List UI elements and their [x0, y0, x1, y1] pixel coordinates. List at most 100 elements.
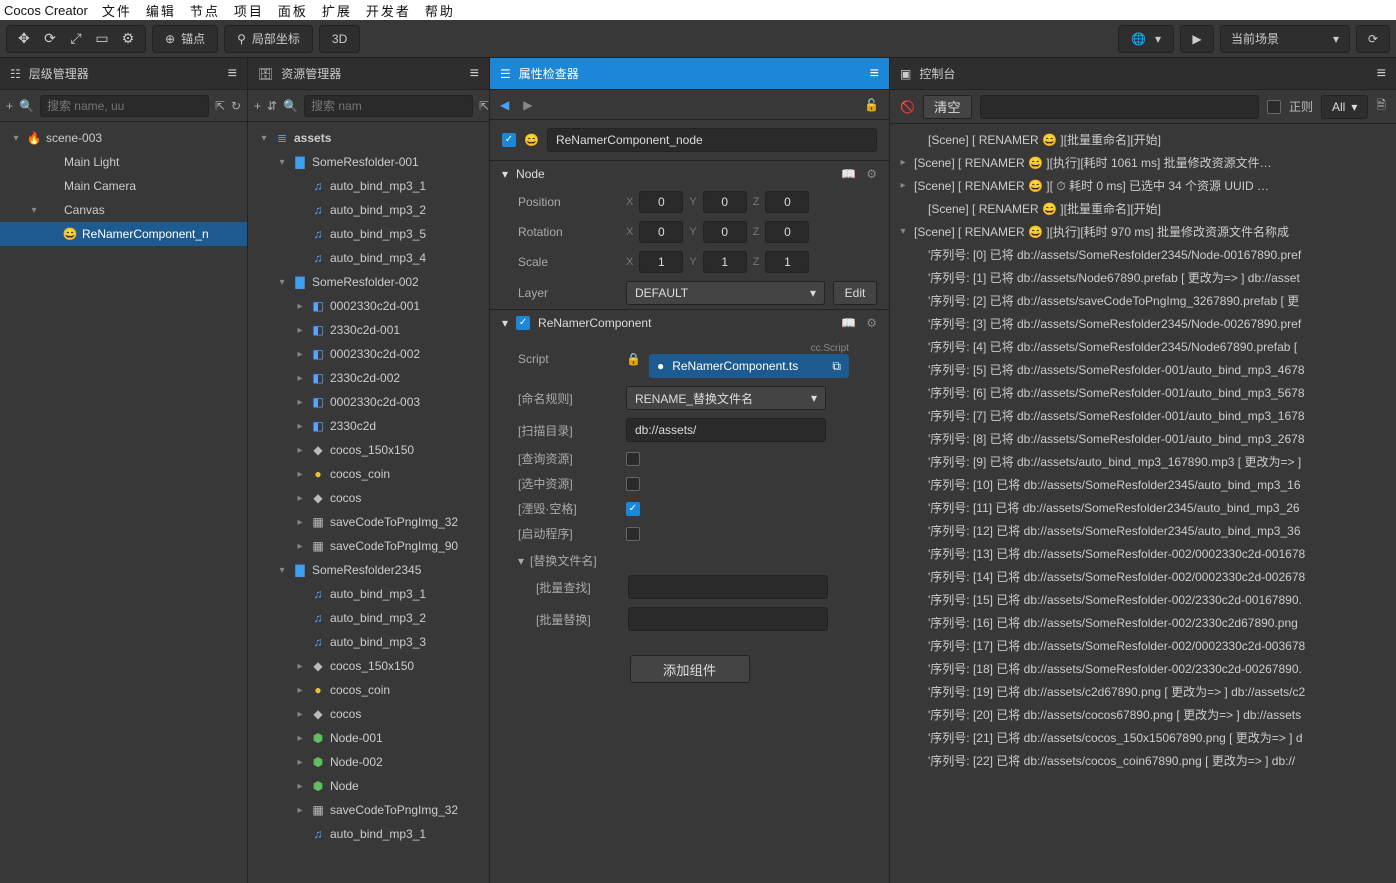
expand-arrow-icon[interactable]: ▸ [294, 325, 306, 336]
tree-row[interactable]: ♫auto_bind_mp3_1 [248, 582, 489, 606]
panel-menu-icon[interactable] [228, 65, 237, 83]
log-row[interactable]: '序列号: [13] 已将 db://assets/SomeResfolder-… [890, 542, 1396, 565]
log-row[interactable]: '序列号: [5] 已将 db://assets/SomeResfolder-0… [890, 358, 1396, 381]
expand-arrow-icon[interactable]: ▾ [276, 565, 288, 576]
pos-z-input[interactable] [765, 191, 809, 213]
hierarchy-search-input[interactable] [40, 95, 209, 117]
log-row[interactable]: '序列号: [1] 已将 db://assets/Node67890.prefa… [890, 266, 1396, 289]
collapse-icon[interactable]: ⇱ [479, 95, 489, 117]
log-row[interactable]: '序列号: [7] 已将 db://assets/SomeResfolder-0… [890, 404, 1396, 427]
nav-back-icon[interactable]: ◀ [500, 98, 509, 112]
rerun-icon[interactable]: ↻ [231, 95, 241, 117]
rot-x-input[interactable] [639, 221, 683, 243]
log-row[interactable]: '序列号: [2] 已将 db://assets/saveCodeToPngIm… [890, 289, 1396, 312]
tree-row[interactable]: ▸◆cocos [248, 486, 489, 510]
collapse-icon[interactable]: ⇱ [215, 95, 225, 117]
tree-row[interactable]: ♫auto_bind_mp3_4 [248, 246, 489, 270]
tree-row[interactable]: Main Light [0, 150, 247, 174]
node-name-input[interactable] [547, 128, 877, 152]
log-row[interactable]: '序列号: [15] 已将 db://assets/SomeResfolder-… [890, 588, 1396, 611]
nav-fwd-icon[interactable]: ▶ [523, 98, 532, 112]
expand-arrow-icon[interactable]: ▸ [294, 349, 306, 360]
log-row[interactable]: '序列号: [22] 已将 db://assets/cocos_coin6789… [890, 749, 1396, 772]
trim-space-checkbox[interactable] [626, 502, 640, 516]
menu-panel[interactable]: 面板 [278, 1, 308, 20]
cancel-icon[interactable]: 🚫 [900, 100, 915, 114]
component-active-checkbox[interactable] [516, 316, 530, 330]
rot-z-input[interactable] [765, 221, 809, 243]
hierarchy-tab[interactable]: ☷层级管理器 [0, 58, 247, 90]
panel-menu-icon[interactable] [1377, 65, 1386, 83]
log-row[interactable]: '序列号: [3] 已将 db://assets/SomeResfolder23… [890, 312, 1396, 335]
move-tool-icon[interactable]: ✥ [13, 28, 35, 50]
log-row[interactable]: '序列号: [8] 已将 db://assets/SomeResfolder-0… [890, 427, 1396, 450]
tree-row[interactable]: ♫auto_bind_mp3_2 [248, 198, 489, 222]
gear-icon[interactable]: ⚙ [866, 316, 877, 330]
expand-arrow-icon[interactable]: ▸ [294, 469, 306, 480]
sort-icon[interactable]: ⇵ [267, 95, 277, 117]
scan-dir-input[interactable] [626, 418, 826, 442]
log-row[interactable]: ▾[Scene] [ RENAMER 😄 ][执行][耗时 970 ms] 批量… [890, 220, 1396, 243]
reload-icon[interactable]: ⟳ [39, 28, 61, 50]
tree-row[interactable]: ▸⬢Node [248, 774, 489, 798]
menu-help[interactable]: 帮助 [425, 1, 455, 20]
expand-arrow-icon[interactable]: ▾ [258, 133, 270, 144]
menu-edit[interactable]: 编辑 [146, 1, 176, 20]
tree-row[interactable]: ▸▦saveCodeToPngImg_90 [248, 534, 489, 558]
expand-arrow-icon[interactable]: ▸ [294, 805, 306, 816]
query-res-checkbox[interactable] [626, 452, 640, 466]
pos-x-input[interactable] [639, 191, 683, 213]
assets-tree[interactable]: ▾≣assets▾▇SomeResfolder-001♫auto_bind_mp… [248, 122, 489, 883]
tree-row[interactable]: ▸◧2330c2d-001 [248, 318, 489, 342]
log-row[interactable]: '序列号: [19] 已将 db://assets/c2d67890.png [… [890, 680, 1396, 703]
select-res-checkbox[interactable] [626, 477, 640, 491]
log-row[interactable]: '序列号: [12] 已将 db://assets/SomeResfolder2… [890, 519, 1396, 542]
panel-menu-icon[interactable] [870, 65, 879, 83]
log-row[interactable]: '序列号: [18] 已将 db://assets/SomeResfolder-… [890, 657, 1396, 680]
copy-log-icon[interactable]: 🗎 [1376, 96, 1386, 117]
search-icon[interactable]: 🔍 [19, 95, 34, 117]
log-row[interactable]: '序列号: [16] 已将 db://assets/SomeResfolder-… [890, 611, 1396, 634]
tree-row[interactable]: ▸●cocos_coin [248, 678, 489, 702]
expand-icon[interactable]: ⤢ [65, 28, 87, 50]
menu-extension[interactable]: 扩展 [322, 1, 352, 20]
clear-button[interactable]: 清空 [923, 95, 972, 119]
tree-row[interactable]: ♫auto_bind_mp3_3 [248, 630, 489, 654]
preview-target-button[interactable]: 🌐 ▾ [1118, 25, 1174, 53]
tree-row[interactable]: ▸◆cocos_150x150 [248, 654, 489, 678]
tree-row[interactable]: ♫auto_bind_mp3_2 [248, 606, 489, 630]
panel-menu-icon[interactable] [470, 65, 479, 83]
coord-button[interactable]: ⚲ 局部坐标 [224, 25, 313, 53]
menu-file[interactable]: 文件 [102, 1, 132, 20]
anchor-button[interactable]: ⊕ 锚点 [152, 25, 218, 53]
tree-row[interactable]: ▸●cocos_coin [248, 462, 489, 486]
expand-arrow-icon[interactable]: ▸ [294, 709, 306, 720]
tree-row[interactable]: ▾▇SomeResfolder2345 [248, 558, 489, 582]
expand-arrow-icon[interactable]: ▸ [294, 445, 306, 456]
expand-arrow-icon[interactable]: ▸ [294, 661, 306, 672]
tree-row[interactable]: ♫auto_bind_mp3_1 [248, 174, 489, 198]
log-row[interactable]: '序列号: [11] 已将 db://assets/SomeResfolder2… [890, 496, 1396, 519]
regex-checkbox[interactable] [1267, 100, 1281, 114]
tree-row[interactable]: ▸▦saveCodeToPngImg_32 [248, 798, 489, 822]
tree-row[interactable]: ▸⬢Node-001 [248, 726, 489, 750]
log-row[interactable]: '序列号: [9] 已将 db://assets/auto_bind_mp3_1… [890, 450, 1396, 473]
tree-row[interactable]: Main Camera [0, 174, 247, 198]
tree-row[interactable]: ▾▇SomeResfolder-002 [248, 270, 489, 294]
tree-row[interactable]: ▸◆cocos [248, 702, 489, 726]
tree-row[interactable]: ▸◧2330c2d-002 [248, 366, 489, 390]
tree-row[interactable]: ▾≣assets [248, 126, 489, 150]
log-row[interactable]: ▸[Scene] [ RENAMER 😄 ][ ⏱ 耗时 0 ms] 已选中 3… [890, 174, 1396, 197]
expand-arrow-icon[interactable]: ▾ [276, 157, 288, 168]
tree-row[interactable]: ▸▦saveCodeToPngImg_32 [248, 510, 489, 534]
doc-icon[interactable]: 📖 [841, 167, 856, 181]
log-row[interactable]: ▸[Scene] [ RENAMER 😄 ][执行][耗时 1061 ms] 批… [890, 151, 1396, 174]
inspector-tab[interactable]: ☰属性检查器 [490, 58, 889, 90]
lock-icon[interactable]: 🔓 [864, 98, 879, 112]
script-reference[interactable]: ● ReNamerComponent.ts ⧉ [649, 354, 849, 378]
expand-arrow-icon[interactable]: ▾ [276, 277, 288, 288]
scene-dropdown[interactable]: 当前场景 ▾ [1220, 25, 1350, 53]
tree-row[interactable]: ▸◆cocos_150x150 [248, 438, 489, 462]
expand-arrow-icon[interactable]: ▸ [294, 517, 306, 528]
gear-icon[interactable]: ⚙ [866, 167, 877, 181]
